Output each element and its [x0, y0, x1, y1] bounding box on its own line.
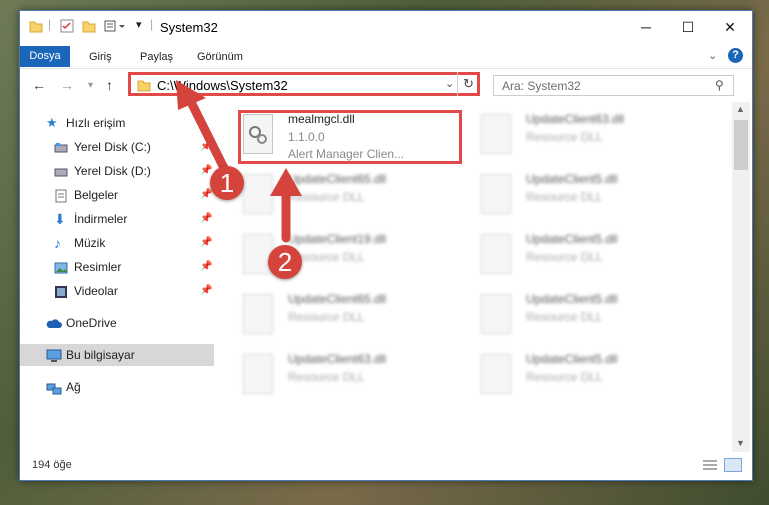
annotation-arrows: [176, 80, 302, 243]
step-2-badge: 2: [268, 245, 302, 279]
arrow-1: [176, 80, 230, 175]
step-1-badge: 1: [210, 166, 244, 200]
arrow-2: [270, 168, 302, 243]
